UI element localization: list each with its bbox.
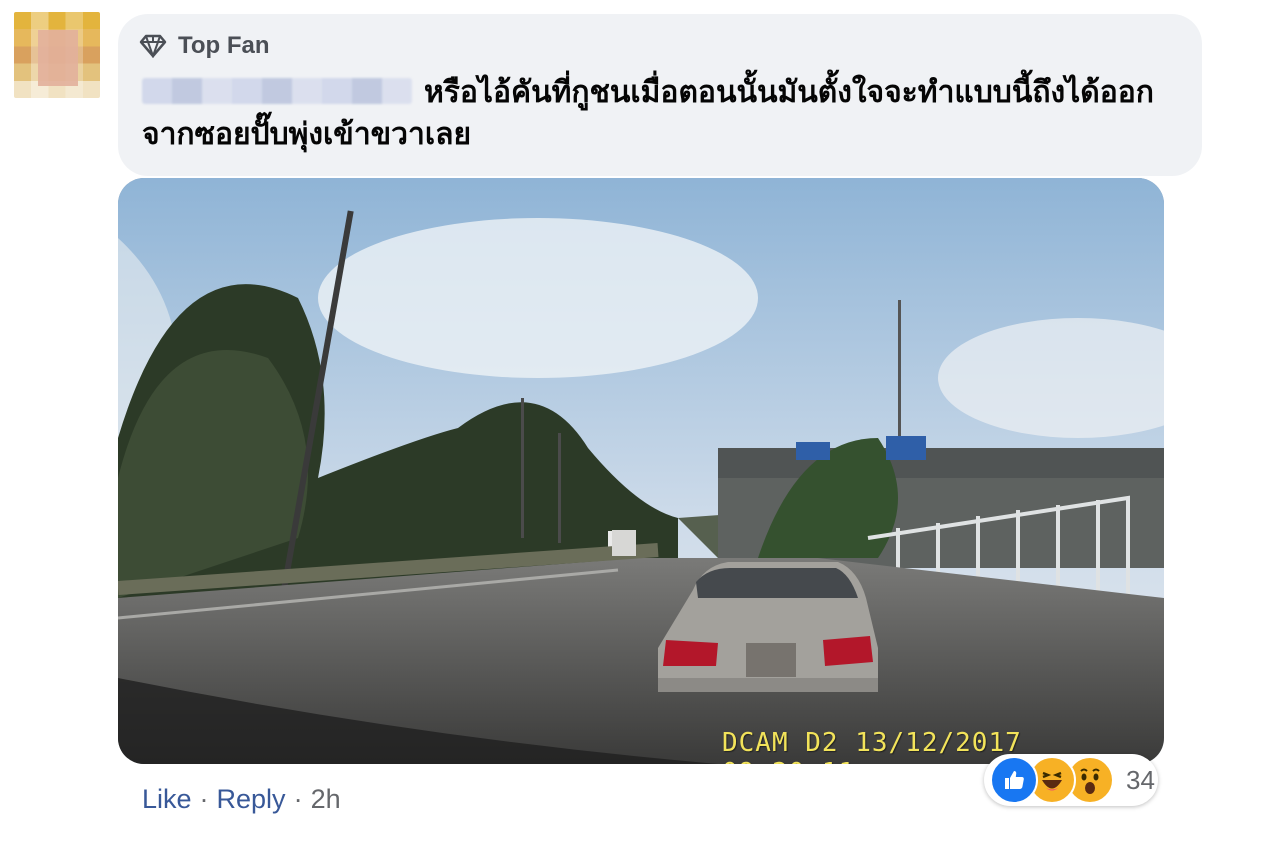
blurred-commenter-name[interactable] xyxy=(142,78,412,104)
like-icon xyxy=(990,756,1038,804)
attached-photo[interactable]: DCAM D2 13/12/2017 09:20:11 xyxy=(118,178,1164,764)
reply-link[interactable]: Reply xyxy=(217,784,286,815)
avatar[interactable] xyxy=(14,12,100,98)
comment-text: หรือไอ้คันที่กูชนเมื่อตอนนั้นมันตั้งใจจะ… xyxy=(142,72,1182,156)
comment-bubble: Top Fan หรือไอ้คันที่กูชนเมื่อตอนนั้นมัน… xyxy=(118,14,1202,176)
comment-actions: Like · Reply · 2h xyxy=(142,784,341,815)
badge-label: Top Fan xyxy=(178,32,270,59)
comment-age[interactable]: 2h xyxy=(311,784,341,815)
diamond-icon xyxy=(138,34,168,58)
separator-dot: · xyxy=(199,784,209,814)
reaction-count: 34 xyxy=(1126,764,1155,795)
like-link[interactable]: Like xyxy=(142,784,192,815)
reaction-summary[interactable]: 34 xyxy=(984,754,1158,806)
separator-dot: · xyxy=(293,784,303,814)
top-fan-badge: Top Fan xyxy=(138,32,270,60)
